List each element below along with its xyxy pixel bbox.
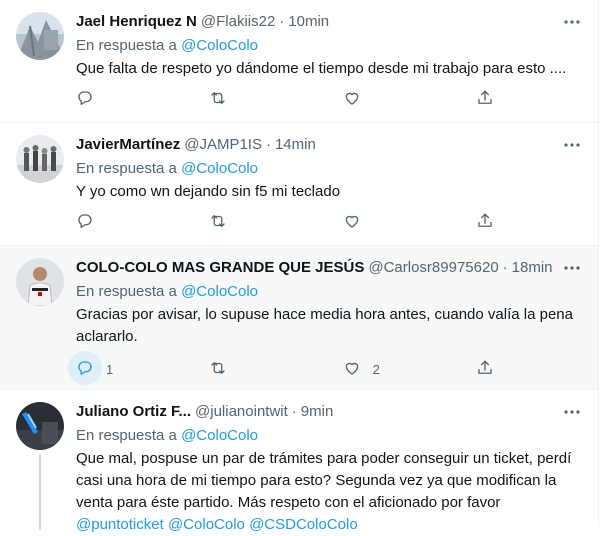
tweet-text-line: Gracias por avisar, lo supuse hace media… [76,306,573,323]
mention-link[interactable]: @ColoColo [168,516,245,533]
reply-prefix: En respuesta a [76,37,177,54]
reply-feed: Jael Henriquez N @Flakiis22 · 10min En r… [0,0,599,533]
tweet-text: Que mal, pospuse un par de trámites para… [76,448,582,536]
reply-icon [76,212,94,233]
reply-mention-link[interactable]: @ColoColo [181,427,258,444]
like-count: 2 [372,362,380,377]
reply-prefix: En respuesta a [76,427,177,444]
like-button[interactable] [343,89,383,110]
author-name[interactable]: Juliano Ortiz F... [76,402,191,422]
reply-mention-link[interactable]: @ColoColo [181,283,258,300]
avatar[interactable] [16,135,64,183]
more-icon[interactable] [562,12,582,32]
avatar[interactable] [16,258,64,306]
tweet[interactable]: Juliano Ortiz F... @julianointwit · 9min… [0,390,598,533]
author-handle[interactable]: @Flakiis22 [201,12,275,32]
like-icon [343,89,361,110]
share-button[interactable] [476,359,516,380]
share-icon [476,212,494,233]
reply-button[interactable]: 1 [68,351,116,385]
reply-context: En respuesta a @ColoColo [76,159,582,179]
tweet-actions [76,89,516,110]
reply-mention-link[interactable]: @ColoColo [181,160,258,177]
tweet-text: Y yo como wn dejando sin f5 mi teclado [76,183,341,200]
like-icon [343,212,361,233]
tweet[interactable]: Jael Henriquez N @Flakiis22 · 10min En r… [0,0,598,123]
retweet-button[interactable] [209,212,249,233]
separator-dot: · [502,259,508,276]
retweet-icon [209,359,227,380]
more-icon[interactable] [562,135,582,155]
reply-icon [76,89,94,110]
author-name[interactable]: JavierMartínez [76,135,180,155]
tweet-time[interactable]: 14min [275,135,316,155]
like-icon [343,359,361,380]
tweet-time[interactable]: 10min [288,12,329,32]
tweet-text-line: Que mal, pospuse un par de trámites para… [76,450,572,467]
reply-mention-link[interactable]: @ColoColo [181,37,258,54]
share-button[interactable] [476,89,516,110]
author-name[interactable]: COLO-COLO MAS GRANDE QUE JESÚS [76,258,364,278]
reply-count: 1 [106,362,114,377]
reply-icon [76,359,94,380]
more-icon[interactable] [562,258,582,278]
author-handle[interactable]: @julianointwit [195,402,288,422]
reply-context: En respuesta a @ColoColo [76,36,582,56]
retweet-button[interactable] [209,359,249,380]
tweet-text-line: casi una hora de mi tiempo para esto? Se… [76,472,557,489]
tweet-actions: 1 2 [68,351,516,385]
tweet-text-line: venta para éste partido. Más respeto con… [76,494,501,511]
tweet-time[interactable]: 9min [301,402,334,422]
tweet-text: Gracias por avisar, lo supuse hace media… [76,304,582,348]
retweet-icon [209,212,227,233]
tweet-actions [76,212,516,233]
reply-context: En respuesta a @ColoColo [76,282,582,302]
author-name[interactable]: Jael Henriquez N [76,12,197,32]
reply-prefix: En respuesta a [76,160,177,177]
separator-dot: · [279,13,285,30]
author-handle[interactable]: @Carlosr89975620 [368,258,498,278]
avatar[interactable] [16,402,64,450]
share-icon [476,359,494,380]
reply-button[interactable] [76,89,116,110]
tweet-text-line: aclararlo. [76,328,138,345]
tweet-text: Que falta de respeto yo dándome el tiemp… [76,60,567,77]
like-button[interactable] [343,212,383,233]
author-handle[interactable]: @JAMP1IS [184,135,262,155]
tweet[interactable]: JavierMartínez @JAMP1IS · 14min En respu… [0,123,598,246]
retweet-icon [209,89,227,110]
share-icon [476,89,494,110]
retweet-button[interactable] [209,89,249,110]
separator-dot: · [291,403,297,420]
reply-button[interactable] [76,212,116,233]
thread-line [39,454,41,530]
tweet-text-links: @puntoticket @ColoColo @CSDColoColo [76,514,582,536]
separator-dot: · [265,136,271,153]
avatar[interactable] [16,12,64,60]
reply-context: En respuesta a @ColoColo [76,426,582,446]
like-button[interactable]: 2 [343,359,383,380]
tweet-time[interactable]: 18min [512,258,553,278]
reply-prefix: En respuesta a [76,283,177,300]
mention-link[interactable]: @CSDColoColo [249,516,358,533]
share-button[interactable] [476,212,516,233]
mention-link[interactable]: @puntoticket [76,516,164,533]
tweet[interactable]: COLO-COLO MAS GRANDE QUE JESÚS @Carlosr8… [0,246,598,390]
more-icon[interactable] [562,402,582,422]
